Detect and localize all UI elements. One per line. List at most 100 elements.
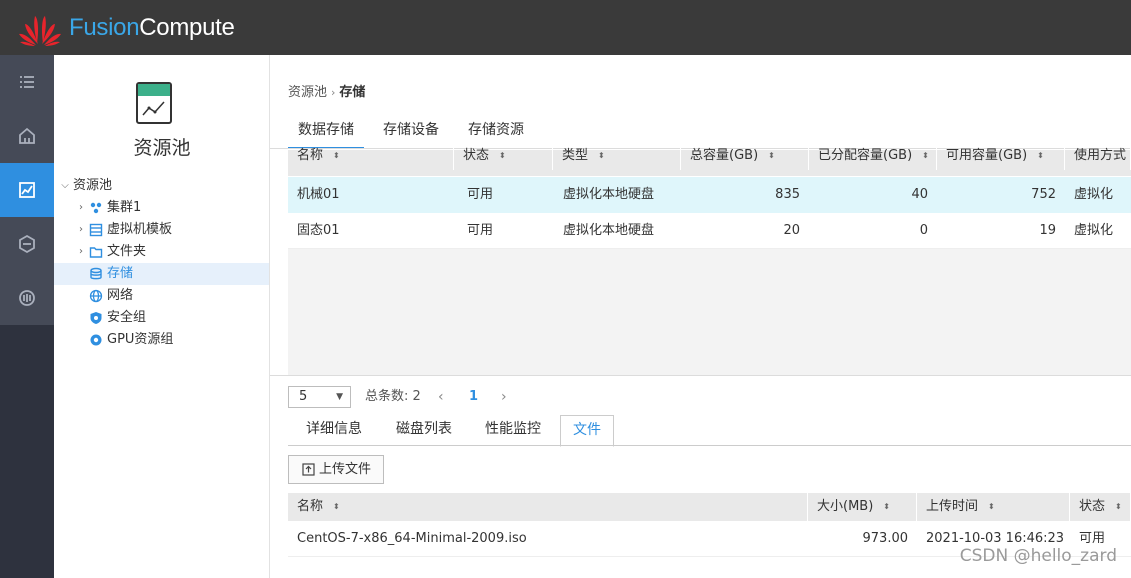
rail-item-menu[interactable] <box>0 55 54 109</box>
tree-node-cluster[interactable]: › 集群1 <box>54 197 269 219</box>
tree-node-label: 安全组 <box>107 310 147 325</box>
rail-item-resource-pool[interactable] <box>0 163 54 217</box>
column-header[interactable]: 状态 ⬍ <box>454 144 553 170</box>
tree-node-label: 资源池 <box>73 178 113 193</box>
tree-node-folder[interactable]: › 文件夹 <box>54 241 269 263</box>
sort-icon[interactable]: ⬍ <box>988 502 995 510</box>
current-page[interactable]: 1 <box>469 386 478 408</box>
cell-type: 虚拟化本地硬盘 <box>563 223 655 238</box>
top-header-bar: FusionCompute <box>0 0 1131 55</box>
sort-icon[interactable]: ⬍ <box>1037 151 1044 159</box>
breadcrumb-parent[interactable]: 资源池 <box>288 85 327 100</box>
monitor-icon <box>19 290 35 306</box>
list-icon <box>20 76 34 88</box>
watermark: CSDN @hello_zard <box>959 546 1117 566</box>
cell-available-capacity: 19 <box>1039 223 1056 238</box>
sort-icon[interactable]: ⬍ <box>1115 502 1122 510</box>
sort-icon[interactable]: ⬍ <box>922 151 929 159</box>
chevron-right-icon[interactable]: › <box>76 197 86 219</box>
chevron-right-icon[interactable]: › <box>76 219 86 241</box>
table-empty-area <box>288 249 1131 375</box>
column-header[interactable]: 可用容量(GB) ⬍ <box>937 144 1065 170</box>
next-page-icon[interactable]: › <box>501 386 507 408</box>
tree-node-root[interactable]: ⌵ 资源池 <box>54 175 269 197</box>
chevron-right-icon[interactable]: › <box>76 241 86 263</box>
breadcrumb-current: 存储 <box>339 85 366 100</box>
column-header[interactable]: 名称 ⬍ <box>288 493 808 521</box>
tree-node-network[interactable]: 网络 <box>54 285 269 307</box>
cell-status: 可用 <box>467 223 494 238</box>
tab-disk-list[interactable]: 磁盘列表 <box>380 415 468 446</box>
upload-file-label: 上传文件 <box>319 462 372 477</box>
storage-icon <box>90 267 102 280</box>
column-header[interactable]: 状态 ⬍ <box>1070 493 1131 521</box>
shield-icon <box>90 312 102 324</box>
detail-tabs-divider <box>288 445 1131 446</box>
tab-performance[interactable]: 性能监控 <box>468 415 558 446</box>
breadcrumb-separator: › <box>331 86 336 99</box>
tab-files[interactable]: 文件 <box>560 415 614 447</box>
cell-usage-mode: 虚拟化 <box>1074 223 1114 238</box>
total-count: 总条数: 2 <box>365 389 421 404</box>
tree-node-security-group[interactable]: 安全组 <box>54 307 269 329</box>
app-brand: FusionCompute <box>69 14 235 42</box>
sort-icon[interactable]: ⬍ <box>598 151 605 159</box>
resource-pool-icon <box>19 182 35 198</box>
home-icon <box>19 127 35 144</box>
template-icon <box>89 223 103 237</box>
prev-page-icon[interactable]: ‹ <box>438 386 444 408</box>
column-header[interactable]: 类型 ⬍ <box>553 144 681 170</box>
cell-allocated-capacity: 40 <box>911 187 928 202</box>
breadcrumb: 资源池 › 存储 <box>288 81 365 100</box>
column-header[interactable]: 名称 ⬍ <box>288 144 454 170</box>
globe-icon <box>89 289 103 303</box>
gear-icon <box>90 334 102 346</box>
table-row[interactable]: 机械01 可用 虚拟化本地硬盘 835 40 752 虚拟化 <box>288 177 1131 213</box>
folder-icon <box>89 247 103 258</box>
page-size-select[interactable]: 5 ▼ <box>288 386 351 408</box>
rail-item-monitor[interactable] <box>0 271 54 325</box>
column-header[interactable]: 大小(MB) ⬍ <box>808 493 917 521</box>
resource-tree-panel: 资源池 ⌵ 资源池 › 集群1 › 虚拟机模板 › 文件夹 存储 网络 安全组 … <box>54 55 270 578</box>
resource-tree: ⌵ 资源池 › 集群1 › 虚拟机模板 › 文件夹 存储 网络 安全组 GPU资… <box>54 175 269 351</box>
table-row[interactable]: 固态01 可用 虚拟化本地硬盘 20 0 19 虚拟化 <box>288 213 1131 249</box>
tree-node-label: 集群1 <box>107 200 142 215</box>
sort-icon[interactable]: ⬍ <box>883 502 890 510</box>
rail-item-home[interactable] <box>0 109 54 163</box>
resource-pool-chart-icon <box>136 82 172 124</box>
sort-icon[interactable]: ⬍ <box>768 151 775 159</box>
chevron-down-icon[interactable]: ⌵ <box>60 175 70 197</box>
upload-file-button[interactable]: 上传文件 <box>288 455 384 484</box>
divider <box>270 375 1131 376</box>
tree-node-templates[interactable]: › 虚拟机模板 <box>54 219 269 241</box>
column-header[interactable]: 已分配容量(GB) ⬍ <box>809 144 937 170</box>
cell-available-capacity: 752 <box>1031 187 1056 202</box>
cell-allocated-capacity: 0 <box>919 223 928 238</box>
cell-file-size: 973.00 <box>862 531 909 546</box>
main-content: 资源池 › 存储 数据存储 存储设备 存储资源 名称 ⬍ 状态 ⬍ 类型 ⬍ 总容量(GB… <box>270 55 1131 578</box>
column-header[interactable]: 上传时间 ⬍ <box>917 493 1070 521</box>
sort-icon[interactable]: ⬍ <box>499 151 506 159</box>
detail-tabs: 详细信息 磁盘列表 性能监控 文件 <box>288 415 1131 447</box>
pagination: 5 ▼ 总条数: 2 ‹ 1 › <box>288 386 1131 408</box>
brand-part1: Fusion <box>69 14 140 41</box>
upload-icon <box>302 463 315 476</box>
tree-node-storage[interactable]: 存储 <box>54 263 269 285</box>
cell-total-capacity: 835 <box>775 187 800 202</box>
tab-details[interactable]: 详细信息 <box>288 415 380 446</box>
tree-node-label: 网络 <box>107 288 134 303</box>
cell-name: 固态01 <box>297 223 340 238</box>
rail-item-network[interactable] <box>0 217 54 271</box>
column-header[interactable]: 使用方式 <box>1065 144 1131 170</box>
table-header: 名称 ⬍ 状态 ⬍ 类型 ⬍ 总容量(GB) ⬍ 已分配容量(GB) ⬍ 可用容量(GB)… <box>288 144 1131 176</box>
sort-icon[interactable]: ⬍ <box>333 151 340 159</box>
tree-node-label: 文件夹 <box>107 244 147 259</box>
tree-node-gpu-group[interactable]: GPU资源组 <box>54 329 269 351</box>
cell-type: 虚拟化本地硬盘 <box>563 187 655 202</box>
network-icon <box>19 234 35 254</box>
caret-down-icon: ▼ <box>336 392 343 402</box>
huawei-logo-icon <box>19 16 61 46</box>
sort-icon[interactable]: ⬍ <box>333 502 340 510</box>
cell-name: 机械01 <box>297 187 340 202</box>
column-header[interactable]: 总容量(GB) ⬍ <box>681 144 809 170</box>
